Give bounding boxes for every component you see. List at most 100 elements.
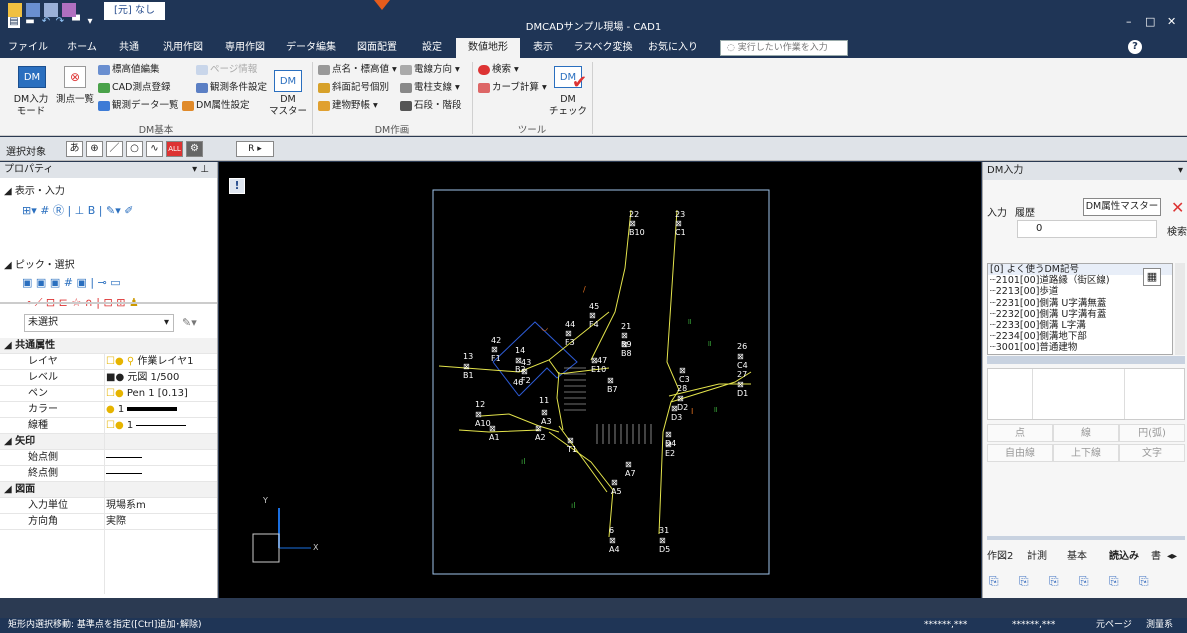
point-label[interactable]: 45 — [589, 302, 599, 311]
point-label[interactable]: 44 — [565, 320, 575, 329]
point-label[interactable]: 27 — [737, 370, 747, 379]
point-label[interactable]: ⊠ B2 — [515, 356, 526, 374]
pick-cross-icon[interactable]: # — [64, 276, 73, 289]
tab-data-edit[interactable]: データ編集 — [282, 38, 340, 58]
prop-value[interactable]: ● 1 — [106, 402, 178, 418]
point-label[interactable]: 23 — [675, 210, 685, 219]
tab-home[interactable]: ホーム — [62, 38, 102, 58]
point-label[interactable]: ⊠ E10 — [591, 356, 606, 374]
point-label[interactable]: 6 — [609, 526, 614, 535]
dm-code-input[interactable]: 0 — [1017, 220, 1157, 238]
point-label[interactable]: 42 — [491, 336, 501, 345]
load-icon-6[interactable]: ⎘ — [1139, 574, 1149, 589]
select-line-button[interactable]: ／ — [106, 141, 123, 157]
point-label[interactable]: ⊠ F1 — [491, 345, 501, 363]
display-tools-row[interactable]: ⊞▾ # Ⓡ | ⊥ B | ✎▾ ✐ — [22, 202, 133, 218]
point-label[interactable]: 31 — [659, 526, 669, 535]
select-all-button[interactable]: ALL — [166, 141, 183, 157]
direction-value[interactable]: 実際 — [106, 514, 126, 530]
search-input[interactable]: ◌ 実行したい作業を入力 — [720, 40, 848, 56]
point-label[interactable]: ⊠ A5 — [611, 478, 622, 496]
qr-icon[interactable]: ▦ — [1143, 268, 1161, 286]
cad-register-button[interactable]: CAD測点登録 — [98, 82, 170, 94]
pick-tools-row[interactable]: ▣ ▣ ▣ # ▣ | ⊸ ▭ — [22, 276, 121, 289]
prop-row-level[interactable]: レベル ■● 元図 1/500 — [0, 370, 217, 386]
prop-row-end-arrow[interactable]: 終点側 — [0, 466, 217, 482]
tab-numeric-terrain[interactable]: 数値地形 — [456, 38, 520, 58]
load-icon-1[interactable]: ⎘ — [989, 574, 999, 589]
dm-search-button[interactable]: 検索 — [1167, 223, 1187, 238]
dm-check-label[interactable]: DM チェック — [548, 94, 588, 118]
mode-arc-button[interactable]: 円(弧) — [1119, 424, 1185, 442]
home-tab-icon[interactable] — [8, 3, 22, 17]
dm-attr-set-button[interactable]: DM属性設定 — [182, 100, 250, 112]
dm-master-label[interactable]: DM マスター — [268, 94, 308, 118]
list-scrollbar[interactable] — [1175, 263, 1185, 355]
tab-common[interactable]: 共通 — [112, 38, 146, 58]
group-arrow[interactable]: ◢ 矢印 — [0, 434, 217, 450]
point-label[interactable]: ⊠ A1 — [489, 424, 500, 442]
prop-value[interactable]: ☐● ⚲ 作業レイヤ1 — [106, 354, 193, 370]
point-label[interactable]: ⊠ B10 — [629, 219, 645, 237]
tab-special-draw[interactable]: 専用作図 — [218, 38, 272, 58]
tab-history[interactable]: 履歴 — [1015, 204, 1035, 219]
point-label[interactable]: ⊠ B7 — [607, 376, 618, 394]
close-icon[interactable]: ✕ — [1171, 198, 1184, 217]
dm-input-mode-label[interactable]: DM入力 モード — [4, 94, 58, 118]
pen-icon[interactable]: ✎▾ — [106, 204, 121, 217]
list-item[interactable]: ┈3001[00]普通建物 — [988, 342, 1172, 353]
point-label[interactable]: 26 — [737, 342, 747, 351]
section-pick[interactable]: ◢ ピック・選択 — [4, 256, 75, 271]
help-icon[interactable]: ? — [1128, 40, 1142, 54]
list-item[interactable]: ┈2234[00]側溝地下部 — [988, 331, 1172, 342]
wire-dir-button[interactable]: 電線方向 ▾ — [400, 64, 460, 76]
layout-tab-icon[interactable] — [44, 3, 58, 17]
drawing-canvas[interactable]: ! ॥ ॥ ॥ ıl ıl ◡ / I Y X 22 ⊠ B10 23 ⊠ C1 4 — [219, 162, 981, 598]
r-toggle-button[interactable]: R ▸ — [236, 141, 274, 157]
list-item[interactable]: ┈2213[00]歩道 — [988, 286, 1172, 297]
tab-measure[interactable]: 計測 — [1027, 548, 1047, 566]
minimize-icon[interactable]: – — [1126, 15, 1132, 28]
point-label[interactable]: 21 — [621, 322, 631, 331]
pick-near-icon[interactable]: ▣ — [76, 276, 86, 289]
close-icon[interactable]: ✕ — [1167, 15, 1176, 28]
panel-scrollbar[interactable] — [987, 536, 1185, 540]
point-label[interactable]: ⊠ B1 — [463, 362, 474, 380]
select-circle-button[interactable]: ○ — [126, 141, 143, 157]
search-tool-button[interactable]: 検索 ▾ — [478, 64, 519, 76]
group-drawing[interactable]: ◢ 図面 — [0, 482, 217, 498]
point-label[interactable]: ⊠ D5 — [659, 536, 670, 554]
tab-input[interactable]: 入力 — [987, 204, 1007, 219]
prop-row-start-arrow[interactable]: 始点側 — [0, 450, 217, 466]
load-icon-2[interactable]: ⎘ — [1019, 574, 1029, 589]
list-item[interactable]: ┈2232[00]側溝 U字溝有蓋 — [988, 309, 1172, 320]
tab-view[interactable]: 表示 — [526, 38, 560, 58]
point-label[interactable]: ⊠ B8 — [621, 340, 632, 358]
elev-edit-button[interactable]: 標高値編集 — [98, 64, 160, 76]
pick-mid-icon[interactable]: ▣ — [50, 276, 60, 289]
point-label[interactable]: 11 — [539, 396, 549, 405]
point-label[interactable]: ⊠ A2 — [535, 424, 546, 442]
point-label[interactable]: ⊠ C3 — [679, 366, 690, 384]
tab-draw2[interactable]: 作図2 — [987, 548, 1013, 566]
prop-row-linetype[interactable]: 線種 ☐● 1 — [0, 418, 217, 434]
prop-row-layer[interactable]: レイヤ ☐● ⚲ 作業レイヤ1 — [0, 354, 217, 370]
point-name-button[interactable]: 点名・標高値 ▾ — [318, 64, 397, 76]
tab-favorites[interactable]: お気に入り — [644, 38, 702, 58]
point-label[interactable]: ⊠ E2 — [665, 440, 675, 458]
tab-write[interactable]: 書 — [1151, 548, 1161, 566]
bc-icon[interactable]: B — [88, 204, 96, 217]
tab-raster-vector[interactable]: ラスベク変換 — [568, 38, 638, 58]
mode-line-button[interactable]: 線 — [1053, 424, 1119, 442]
r-icon[interactable]: Ⓡ — [53, 204, 64, 217]
property-tool-icon[interactable]: ✎▾ — [182, 316, 197, 329]
tab-load[interactable]: 読込み — [1109, 548, 1139, 566]
point-label[interactable]: 28 — [677, 384, 687, 393]
obs-data-list-button[interactable]: 観測データ一覧 — [98, 100, 179, 112]
mode-point-button[interactable]: 点 — [987, 424, 1053, 442]
pick-end-icon[interactable]: ▣ — [36, 276, 46, 289]
tab-file[interactable]: ファイル — [6, 38, 50, 58]
prop-row-direction[interactable]: 方向角 実際 — [0, 514, 217, 530]
page-tab-icon[interactable] — [62, 3, 76, 17]
pin-icon[interactable]: ▾ ⊥ — [192, 162, 209, 178]
